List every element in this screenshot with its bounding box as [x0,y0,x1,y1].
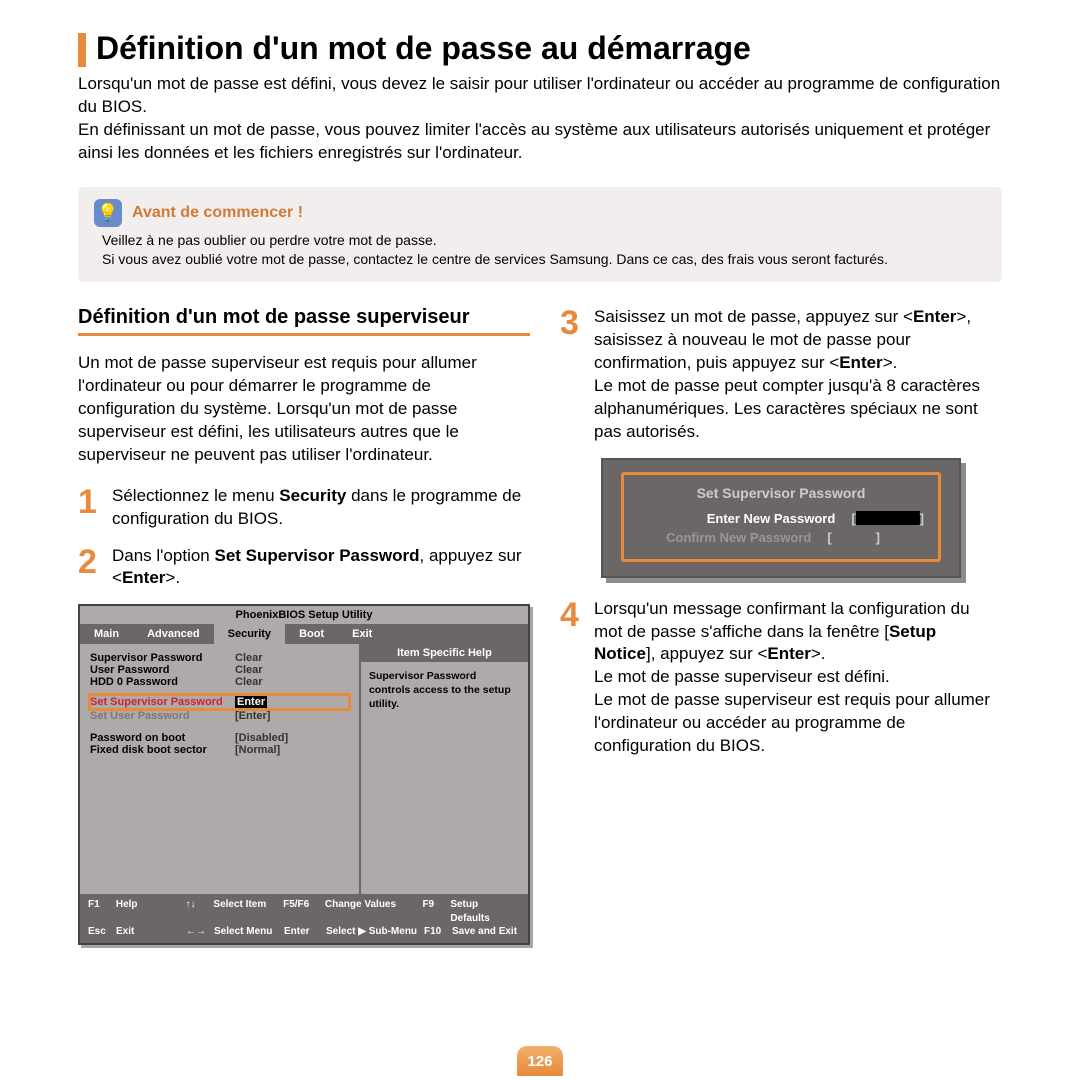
step-1: 1 Sélectionnez le menu Security dans le … [78,485,530,531]
step-4: 4 Lorsqu'un message confirmant la config… [560,598,1002,759]
bios-left-panel: Supervisor PasswordClear User PasswordCl… [80,644,359,894]
bios-tab-security: Security [214,624,285,644]
dialog-title: Set Supervisor Password [638,485,924,501]
sub-description: Un mot de passe superviseur est requis p… [78,352,530,467]
note-line-2: Si vous avez oublié votre mot de passe, … [102,250,986,270]
intro-text: Lorsqu'un mot de passe est défini, vous … [78,73,1002,165]
sub-heading: Définition d'un mot de passe superviseur [78,306,530,329]
bios-selected-row: Set Supervisor PasswordEnter [90,695,349,709]
accent-bar [78,33,86,67]
bios-tab-advanced: Advanced [133,624,214,644]
page-number: 126 [517,1046,563,1076]
bios-screenshot: PhoenixBIOS Setup Utility Main Advanced … [78,604,530,945]
bios-tabs: Main Advanced Security Boot Exit [80,624,528,644]
bios-tab-main: Main [80,624,133,644]
password-dialog: Set Supervisor Password Enter New Passwo… [601,458,961,578]
bios-help-body: Supervisor Password controls access to t… [361,662,528,719]
note-line-1: Veillez à ne pas oublier ou perdre votre… [102,231,986,251]
bios-help-title: Item Specific Help [361,644,528,662]
accent-underline [78,333,530,336]
bios-tab-exit: Exit [338,624,386,644]
bios-tab-boot: Boot [285,624,338,644]
page-title: Définition d'un mot de passe au démarrag… [96,30,751,67]
password-input-box [856,511,920,525]
step-3: 3 Saisissez un mot de passe, appuyez sur… [560,306,1002,444]
bios-window-title: PhoenixBIOS Setup Utility [80,606,528,624]
bios-footer: F1Help ↑↓Select Item F5/F6Change Values … [80,894,528,943]
note-box: 💡 Avant de commencer ! Veillez à ne pas … [78,187,1002,282]
note-title: Avant de commencer ! [132,204,303,222]
step-2: 2 Dans l'option Set Supervisor Password,… [78,545,530,591]
lightbulb-icon: 💡 [94,199,122,227]
